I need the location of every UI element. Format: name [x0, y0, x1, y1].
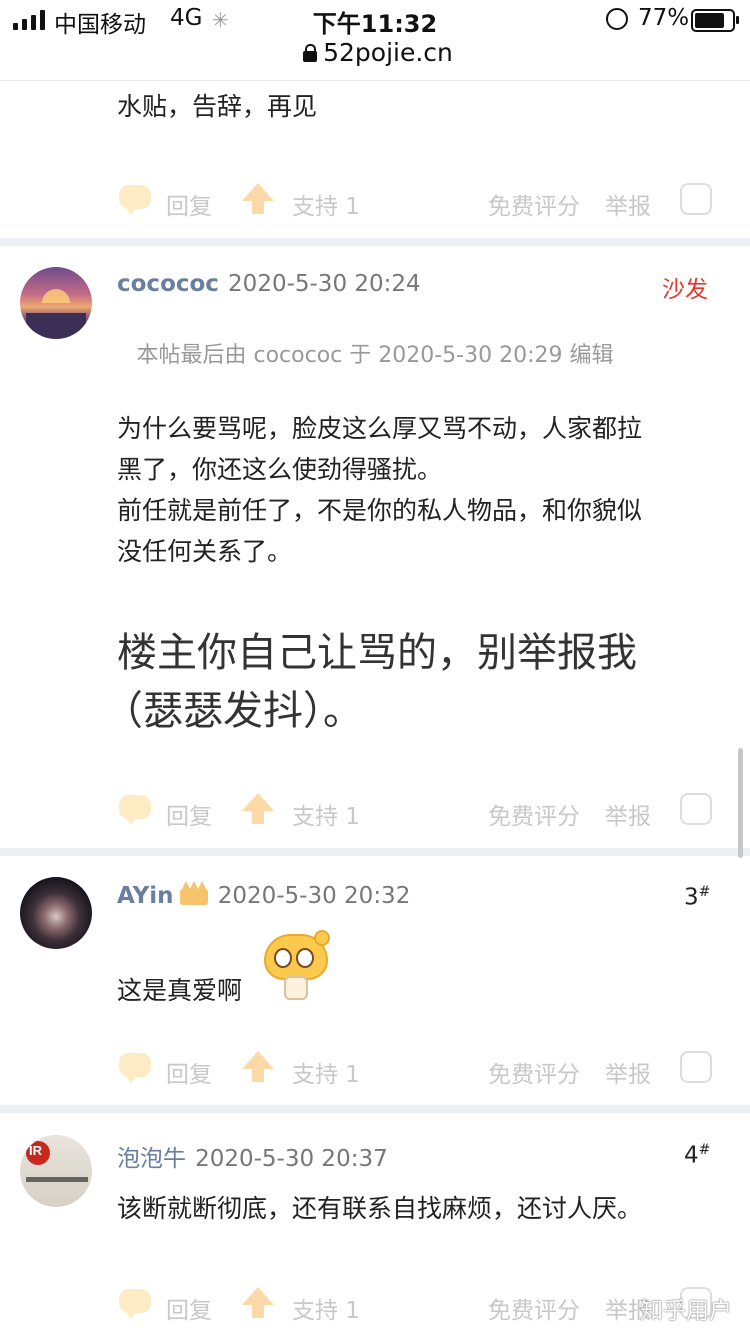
support-icon[interactable] — [242, 1051, 274, 1083]
status-bar: 中国移动 4G ✳ 下午11:32 77% 52pojie.cn — [0, 0, 750, 81]
scrollbar-thumb[interactable] — [738, 748, 743, 858]
post-body: 该断就断彻底，还有联系自找麻烦，还讨人厌。 — [117, 1194, 643, 1223]
support-button[interactable]: 支持 1 — [292, 187, 360, 221]
post-header: cocococ 2020-5-30 20:24 — [117, 271, 421, 297]
floor-value: 4 — [684, 1142, 699, 1169]
post-body-large: 楼主你自己让骂的，别举报我 （瑟瑟发抖）。 — [103, 624, 747, 740]
reply-icon[interactable] — [119, 185, 151, 215]
divider — [0, 848, 750, 856]
floor-label: 沙发 — [662, 277, 708, 303]
watermark: 知乎用户 — [640, 1298, 732, 1324]
rotation-lock-icon — [606, 8, 628, 30]
url-text[interactable]: 52pojie.cn — [323, 38, 453, 67]
post-time: 2020-5-30 20:37 — [195, 1146, 388, 1172]
post-header: AYin 2020-5-30 20:32 — [117, 881, 410, 909]
floor-mark: # — [698, 884, 711, 900]
floor-number: 4# — [684, 1142, 710, 1169]
post-body: 这是真爱啊 — [117, 976, 243, 1005]
post-actions: 回复 支持 1 免费评分 举报 — [0, 793, 750, 833]
post-time: 2020-5-30 20:32 — [217, 883, 411, 909]
mushroom-emoji-icon — [262, 928, 330, 1000]
post-actions: 回复 支持 1 免费评分 举报 — [0, 183, 750, 223]
avatar[interactable] — [20, 877, 92, 949]
divider — [0, 238, 750, 246]
support-icon[interactable] — [242, 793, 274, 825]
rate-button[interactable]: 免费评分 — [488, 1055, 580, 1089]
post-time: 2020-5-30 20:24 — [228, 271, 421, 297]
post-body: 水贴，告辞，再见 — [117, 92, 318, 121]
post-header: 泡泡牛 2020-5-30 20:37 — [117, 1139, 388, 1173]
reply-button[interactable]: 回复 — [166, 797, 212, 831]
username[interactable]: AYin — [117, 883, 174, 909]
rate-button[interactable]: 免费评分 — [488, 797, 580, 831]
body-line: 为什么要骂呢，脸皮这么厚又骂不动，人家都拉 — [117, 414, 643, 443]
support-icon[interactable] — [242, 1287, 274, 1319]
battery-percent: 77% — [638, 5, 690, 31]
post-actions: 回复 支持 1 免费评分 举报 — [0, 1287, 750, 1327]
username[interactable]: cocococ — [117, 271, 219, 297]
url-bar[interactable]: 52pojie.cn — [0, 38, 750, 67]
body-line: 前任就是前任了，不是你的私人物品，和你貌似 — [117, 496, 643, 525]
avatar[interactable]: IR — [20, 1135, 92, 1207]
crown-icon — [179, 881, 209, 907]
support-button[interactable]: 支持 1 — [292, 1291, 360, 1325]
edit-note: 本帖最后由 cocococ 于 2020-5-30 20:29 编辑 — [136, 343, 614, 368]
floor-number: 3# — [684, 884, 710, 911]
select-checkbox[interactable] — [680, 1051, 712, 1083]
reply-icon[interactable] — [119, 795, 151, 825]
reply-icon[interactable] — [119, 1289, 151, 1319]
reply-button[interactable]: 回复 — [166, 1291, 212, 1325]
body-line: 黑了，你还这么使劲得骚扰。 — [117, 455, 443, 484]
support-button[interactable]: 支持 1 — [292, 1055, 360, 1089]
reply-button[interactable]: 回复 — [166, 187, 212, 221]
avatar-text: IR — [29, 1143, 42, 1158]
select-checkbox[interactable] — [680, 183, 712, 215]
reply-button[interactable]: 回复 — [166, 1055, 212, 1089]
post-actions: 回复 支持 1 免费评分 举报 — [0, 1051, 750, 1091]
floor-value: 3 — [684, 884, 699, 911]
body-line: 没任何关系了。 — [117, 537, 293, 566]
large-line: 楼主你自己让骂的，别举报我 — [117, 630, 637, 676]
select-checkbox[interactable] — [680, 793, 712, 825]
rate-button[interactable]: 免费评分 — [488, 1291, 580, 1325]
username[interactable]: 泡泡牛 — [117, 1146, 186, 1172]
report-button[interactable]: 举报 — [605, 1055, 651, 1089]
report-button[interactable]: 举报 — [605, 797, 651, 831]
support-icon[interactable] — [242, 183, 274, 215]
post-body: 为什么要骂呢，脸皮这么厚又骂不动，人家都拉 黑了，你还这么使劲得骚扰。 前任就是… — [117, 408, 727, 572]
rate-button[interactable]: 免费评分 — [488, 187, 580, 221]
large-line: （瑟瑟发抖）。 — [103, 688, 363, 734]
support-button[interactable]: 支持 1 — [292, 797, 360, 831]
divider — [0, 1105, 750, 1113]
reply-icon[interactable] — [119, 1053, 151, 1083]
battery-icon — [691, 9, 739, 32]
report-button[interactable]: 举报 — [605, 187, 651, 221]
floor-mark: # — [698, 1142, 711, 1158]
avatar[interactable] — [20, 267, 92, 339]
